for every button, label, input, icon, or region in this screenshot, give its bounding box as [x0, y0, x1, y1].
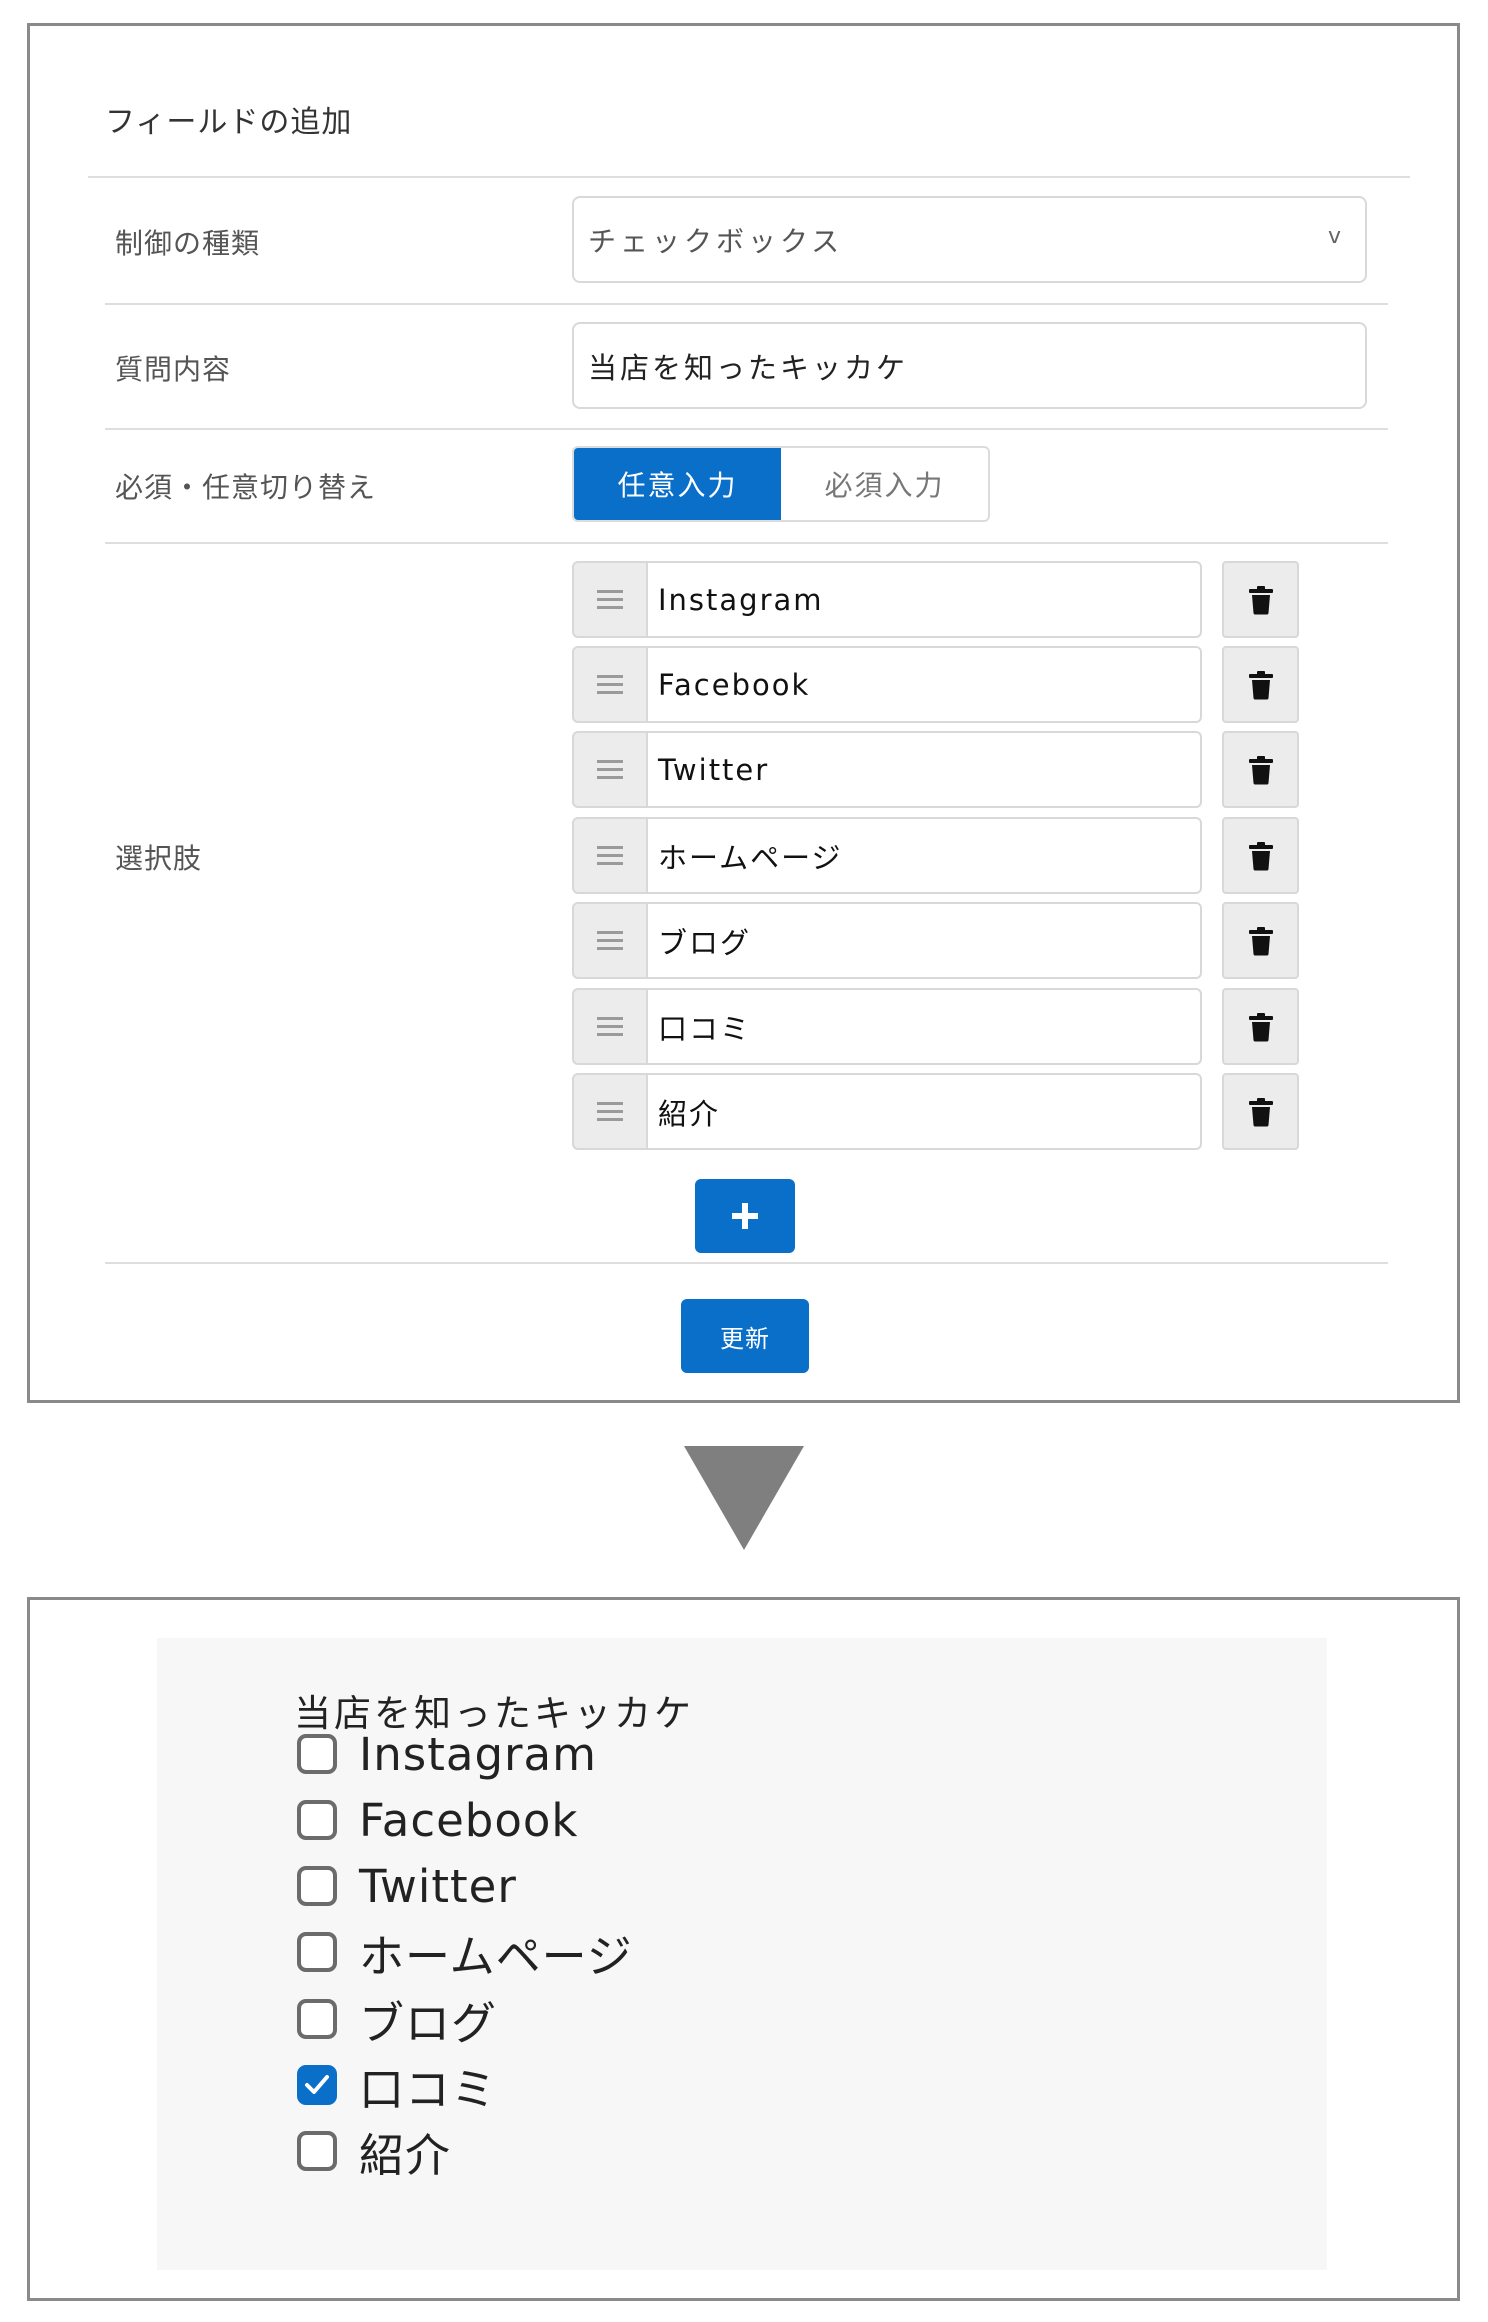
divider [105, 1262, 1388, 1264]
form-preview: 当店を知ったキッカケ Instagram Facebook Twitter ホームペー… [157, 1638, 1327, 2270]
preview-option-label: ホームページ [359, 1929, 633, 1983]
choice-row: ホームページ [572, 817, 1299, 894]
trash-icon [1248, 1097, 1273, 1126]
control-type-select[interactable]: チェックボックス v [572, 196, 1367, 283]
trash-icon [1248, 926, 1273, 955]
trash-icon [1248, 585, 1273, 614]
choice-input[interactable]: 口コミ [646, 988, 1202, 1065]
choices-label: 選択肢 [115, 842, 203, 875]
delete-choice-button[interactable] [1222, 817, 1299, 894]
control-type-label: 制御の種類 [115, 227, 261, 260]
drag-handle-icon[interactable] [572, 1073, 646, 1150]
checkbox[interactable] [297, 1999, 337, 2039]
preview-option[interactable]: 紹介 [297, 2121, 452, 2182]
control-type-value: チェックボックス [588, 224, 844, 258]
update-button[interactable]: 更新 [681, 1299, 809, 1373]
checkbox[interactable] [297, 1800, 337, 1840]
preview-option-label: 紹介 [359, 2128, 452, 2182]
delete-choice-button[interactable] [1222, 902, 1299, 979]
trash-icon [1248, 1012, 1273, 1041]
delete-choice-button[interactable] [1222, 731, 1299, 808]
plus-icon [732, 1203, 758, 1229]
preview-option[interactable]: Facebook [297, 1790, 578, 1850]
question-input[interactable]: 当店を知ったキッカケ [572, 322, 1367, 409]
choice-input[interactable]: Twitter [646, 731, 1202, 808]
question-label: 質問内容 [115, 353, 232, 386]
choice-input[interactable]: ホームページ [646, 817, 1202, 894]
trash-icon [1248, 670, 1273, 699]
checkmark-icon [305, 2075, 329, 2094]
drag-handle-icon[interactable] [572, 902, 646, 979]
chevron-down-icon: v [1327, 224, 1341, 249]
preview-option[interactable]: Instagram [297, 1724, 597, 1784]
checkbox[interactable] [297, 1866, 337, 1906]
required-toggle: 任意入力 必須入力 [572, 446, 990, 522]
drag-handle-icon[interactable] [572, 988, 646, 1065]
required-toggle-label: 必須・任意切り替え [115, 471, 377, 504]
choice-row: 口コミ [572, 988, 1299, 1065]
divider [105, 428, 1388, 430]
delete-choice-button[interactable] [1222, 1073, 1299, 1150]
delete-choice-button[interactable] [1222, 646, 1299, 723]
choice-row: Twitter [572, 731, 1299, 808]
choice-input[interactable]: Facebook [646, 646, 1202, 723]
delete-choice-button[interactable] [1222, 988, 1299, 1065]
trash-icon [1248, 841, 1273, 870]
down-arrow-icon [684, 1446, 804, 1550]
preview-option-label: Instagram [359, 1727, 597, 1781]
required-option[interactable]: 必須入力 [781, 448, 988, 520]
preview-option-label: 口コミ [359, 2062, 498, 2116]
drag-handle-icon[interactable] [572, 561, 646, 638]
choice-row: Instagram [572, 561, 1299, 638]
delete-choice-button[interactable] [1222, 561, 1299, 638]
divider [105, 303, 1388, 305]
divider [105, 542, 1388, 544]
preview-option[interactable]: Twitter [297, 1856, 517, 1916]
drag-handle-icon[interactable] [572, 731, 646, 808]
choice-row: 紹介 [572, 1073, 1299, 1150]
checkbox[interactable] [297, 1734, 337, 1774]
preview-option[interactable]: 口コミ [297, 2055, 498, 2116]
preview-option[interactable]: ブログ [297, 1989, 498, 2050]
preview-option-label: Facebook [359, 1793, 579, 1847]
checkbox[interactable] [297, 2065, 337, 2105]
divider [88, 176, 1410, 178]
form-title: フィールドの追加 [105, 105, 353, 140]
choice-row: Facebook [572, 646, 1299, 723]
drag-handle-icon[interactable] [572, 646, 646, 723]
preview-option[interactable]: ホームページ [297, 1922, 633, 1983]
preview-option-label: Twitter [359, 1859, 517, 1913]
add-choice-button[interactable] [695, 1179, 795, 1253]
choice-row: ブログ [572, 902, 1299, 979]
drag-handle-icon[interactable] [572, 817, 646, 894]
choice-input[interactable]: ブログ [646, 902, 1202, 979]
optional-option[interactable]: 任意入力 [574, 448, 781, 520]
checkbox[interactable] [297, 1932, 337, 1972]
choice-input[interactable]: Instagram [646, 561, 1202, 638]
preview-option-label: ブログ [359, 1996, 498, 2050]
choice-input[interactable]: 紹介 [646, 1073, 1202, 1150]
trash-icon [1248, 755, 1273, 784]
checkbox[interactable] [297, 2131, 337, 2171]
